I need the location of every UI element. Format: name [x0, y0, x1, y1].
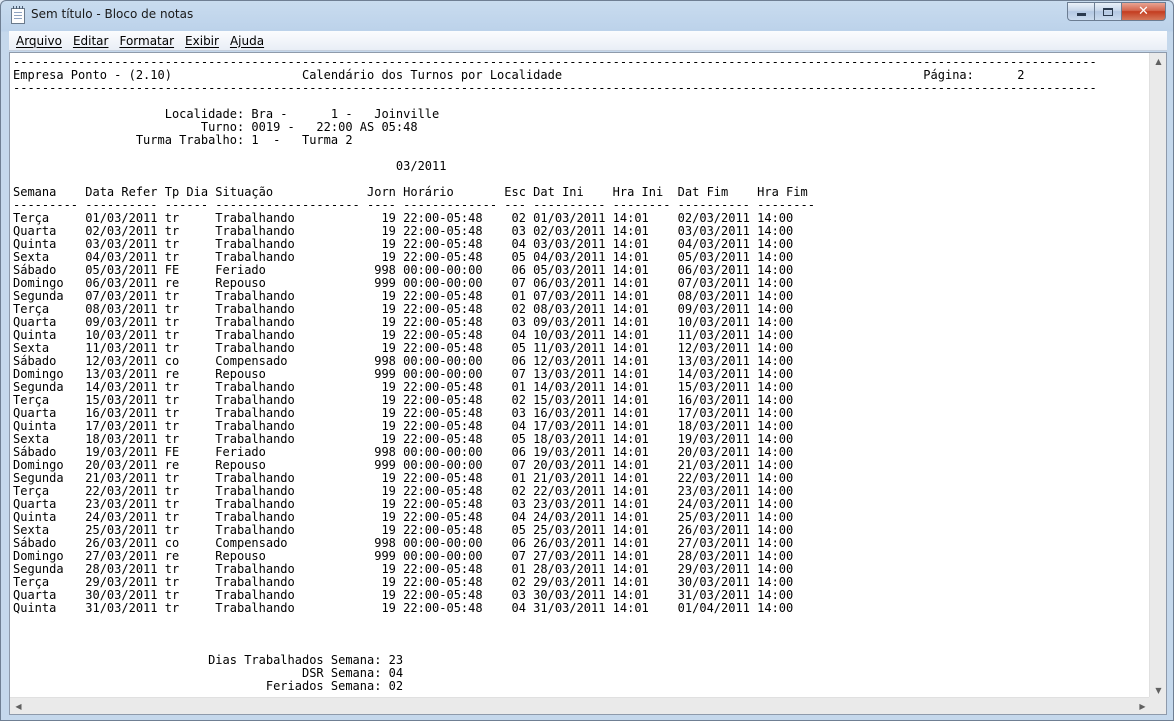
document-line[interactable]: Semana Data Refer Tp Dia Situação Jorn H…	[13, 185, 808, 199]
document-line[interactable]: Localidade: Bra - 1 - Joinville	[13, 107, 440, 121]
document-line[interactable]: Quinta 03/03/2011 tr Trabalhando 19 22:0…	[13, 237, 793, 251]
document-line[interactable]: Terça 08/03/2011 tr Trabalhando 19 22:00…	[13, 302, 793, 316]
document-line[interactable]: Quinta 17/03/2011 tr Trabalhando 19 22:0…	[13, 419, 793, 433]
menu-file[interactable]: Arquivo	[12, 33, 66, 49]
document-line[interactable]: Feriados Semana: 02	[13, 679, 403, 693]
document-line[interactable]: Sexta 11/03/2011 tr Trabalhando 19 22:00…	[13, 341, 793, 355]
size-grip	[1149, 697, 1166, 714]
document-line[interactable]: Domingo 06/03/2011 re Repouso 999 00:00-…	[13, 276, 793, 290]
document-line[interactable]: Quinta 24/03/2011 tr Trabalhando 19 22:0…	[13, 510, 793, 524]
document-line[interactable]: Quinta 10/03/2011 tr Trabalhando 19 22:0…	[13, 328, 793, 342]
minimize-icon	[1076, 13, 1086, 16]
document-line[interactable]: Empresa Ponto - (2.10) Calendário dos Tu…	[13, 68, 1024, 82]
document-line[interactable]: Turma Trabalho: 1 - Turma 2	[13, 133, 353, 147]
document-line[interactable]: Terça 29/03/2011 tr Trabalhando 19 22:00…	[13, 575, 793, 589]
document-line[interactable]: Dias Trabalhados Semana: 23	[13, 653, 403, 667]
maximize-button[interactable]	[1094, 2, 1121, 21]
scroll-up-arrow-icon[interactable]: ▲	[1150, 53, 1166, 70]
scroll-left-arrow-icon[interactable]: ◀	[10, 698, 27, 714]
menu-edit[interactable]: Editar	[69, 33, 113, 49]
minimize-button[interactable]	[1067, 2, 1094, 21]
horizontal-scrollbar[interactable]: ◀ ▶	[10, 697, 1151, 714]
document-line[interactable]: Quarta 23/03/2011 tr Trabalhando 19 22:0…	[13, 497, 793, 511]
document-line[interactable]: Quarta 09/03/2011 tr Trabalhando 19 22:0…	[13, 315, 793, 329]
document-line[interactable]: Sexta 04/03/2011 tr Trabalhando 19 22:00…	[13, 250, 793, 264]
document-line[interactable]: Turno: 0019 - 22:00 AS 05:48	[13, 120, 418, 134]
document-line[interactable]: Sábado 05/03/2011 FE Feriado 998 00:00-0…	[13, 263, 793, 277]
document-text[interactable]: ----------------------------------------…	[13, 56, 1151, 693]
document-line[interactable]: Terça 01/03/2011 tr Trabalhando 19 22:00…	[13, 211, 793, 225]
document-line[interactable]: Domingo 27/03/2011 re Repouso 999 00:00-…	[13, 549, 793, 563]
document-line[interactable]: ----------------------------------------…	[13, 81, 1097, 95]
close-icon: ✕	[1138, 4, 1149, 19]
menu-format[interactable]: Formatar	[115, 33, 178, 49]
document-line[interactable]: Sábado 12/03/2011 co Compensado 998 00:0…	[13, 354, 793, 368]
document-line[interactable]: Segunda 07/03/2011 tr Trabalhando 19 22:…	[13, 289, 793, 303]
document-line[interactable]: DSR Semana: 04	[13, 666, 403, 680]
caption-buttons: ✕	[1067, 2, 1166, 21]
document-line[interactable]: Terça 15/03/2011 tr Trabalhando 19 22:00…	[13, 393, 793, 407]
maximize-icon	[1103, 7, 1113, 16]
document-line[interactable]: Sábado 19/03/2011 FE Feriado 998 00:00-0…	[13, 445, 793, 459]
document-line[interactable]: Segunda 14/03/2011 tr Trabalhando 19 22:…	[13, 380, 793, 394]
document-line[interactable]: Segunda 21/03/2011 tr Trabalhando 19 22:…	[13, 471, 793, 485]
document-line[interactable]: Domingo 20/03/2011 re Repouso 999 00:00-…	[13, 458, 793, 472]
text-area[interactable]: ----------------------------------------…	[10, 53, 1151, 699]
document-line[interactable]: ----------------------------------------…	[13, 55, 1097, 69]
notepad-icon[interactable]	[11, 6, 25, 24]
notepad-window: Sem título - Bloco de notas ✕ Arquivo Ed…	[0, 0, 1174, 721]
menu-view[interactable]: Exibir	[181, 33, 223, 49]
document-line[interactable]: Domingo 13/03/2011 re Repouso 999 00:00-…	[13, 367, 793, 381]
document-line[interactable]: Quarta 02/03/2011 tr Trabalhando 19 22:0…	[13, 224, 793, 238]
editor: ----------------------------------------…	[9, 52, 1167, 715]
title-bar[interactable]: Sem título - Bloco de notas ✕	[1, 1, 1173, 31]
document-line[interactable]: 03/2011	[13, 159, 447, 173]
document-line[interactable]: Sexta 25/03/2011 tr Trabalhando 19 22:00…	[13, 523, 793, 537]
vertical-scrollbar[interactable]: ▲ ▼	[1149, 53, 1166, 699]
document-line[interactable]: Segunda 28/03/2011 tr Trabalhando 19 22:…	[13, 562, 793, 576]
document-line[interactable]: Quarta 16/03/2011 tr Trabalhando 19 22:0…	[13, 406, 793, 420]
document-line[interactable]: Sexta 18/03/2011 tr Trabalhando 19 22:00…	[13, 432, 793, 446]
menu-bar: Arquivo Editar Formatar Exibir Ajuda	[9, 31, 1167, 51]
menu-help[interactable]: Ajuda	[226, 33, 268, 49]
document-line[interactable]: Terça 22/03/2011 tr Trabalhando 19 22:00…	[13, 484, 793, 498]
close-button[interactable]: ✕	[1121, 2, 1166, 21]
document-line[interactable]: Sábado 26/03/2011 co Compensado 998 00:0…	[13, 536, 793, 550]
document-line[interactable]: --------- ---------- ------ ------------…	[13, 198, 815, 212]
document-line[interactable]: Quarta 30/03/2011 tr Trabalhando 19 22:0…	[13, 588, 793, 602]
window-title: Sem título - Bloco de notas	[31, 7, 194, 21]
document-line[interactable]: Quinta 31/03/2011 tr Trabalhando 19 22:0…	[13, 601, 793, 615]
